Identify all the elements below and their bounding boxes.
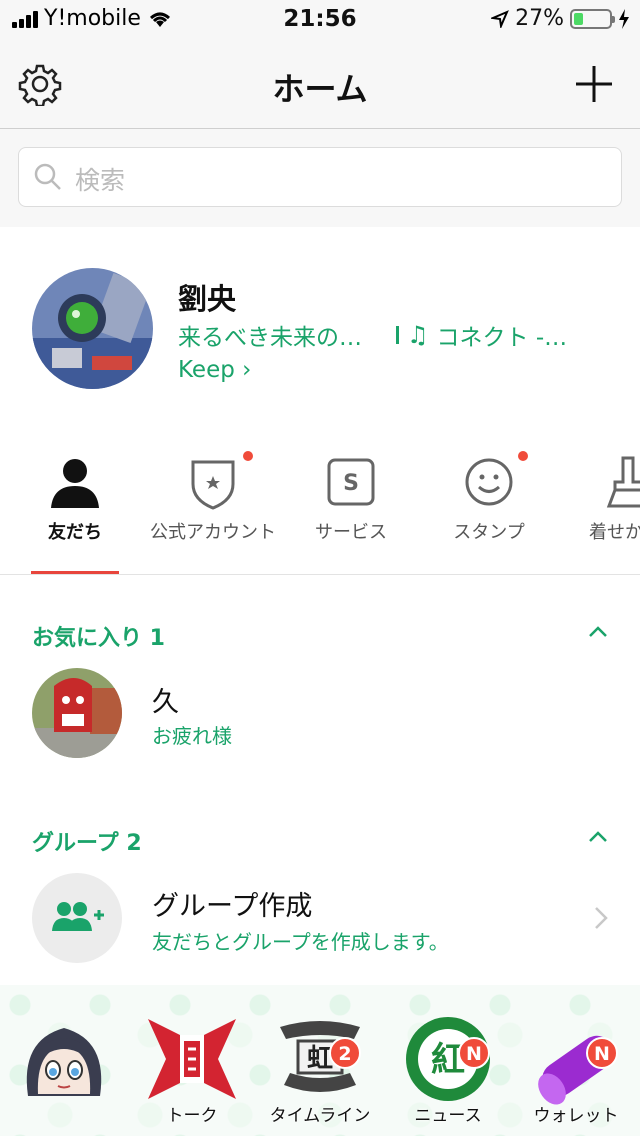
charging-bolt-icon [619,8,629,29]
search-placeholder: 検索 [75,166,126,195]
battery-group: 27% [491,6,630,31]
tab-label: 友だち [48,522,102,543]
wallet-emblem-icon [538,1035,614,1105]
music-divider [396,326,399,344]
tab-services[interactable]: S サービス [281,450,421,570]
bottom-nav-label: ウォレット [533,1106,619,1126]
battery-icon [570,8,615,29]
wallet-badge: N [586,1037,618,1069]
brush-icon [606,456,640,508]
bottom-nav-label: タイムライン [269,1106,371,1126]
timeline-badge: 2 [329,1037,361,1069]
keep-link[interactable]: Keep › [178,357,251,383]
bottom-navigation: トーク 虹 2 タイムライン 紅 N ニュース N ウォレット [0,985,640,1136]
profile-status-message: 来るべき未来の… [178,325,362,351]
profile-name: 劉央 [178,282,237,316]
search-area: 検索 [0,129,640,227]
bottom-nav-home[interactable] [0,985,128,1136]
status-bar: Y!mobile 21:56 27% [0,0,640,40]
notification-dot [518,451,528,461]
tab-label: 着せか [589,522,640,543]
tab-label: スタンプ [453,522,525,543]
news-badge: N [458,1037,490,1069]
bottom-nav-timeline[interactable]: 虹 2 タイムライン [256,985,384,1136]
friend-name: 久 [152,687,179,718]
profile-music[interactable]: ♫ コネクト -… [396,318,567,352]
service-s-icon: S [327,458,375,506]
favorites-section-title: お気に入り 1 [32,626,165,651]
battery-percent: 27% [515,6,564,31]
create-group-avatar[interactable] [32,873,122,963]
smiley-icon [465,458,513,506]
divider [0,574,640,575]
location-arrow-icon [491,9,509,28]
chevron-up-icon[interactable] [588,831,608,843]
bottom-nav-talk[interactable]: トーク [128,985,256,1136]
search-input[interactable]: 検索 [18,147,622,207]
robot-avatar-image [32,268,153,389]
keep-label: Keep [178,357,235,383]
tab-friends[interactable]: 友だち [5,450,145,570]
bottom-nav-wallet[interactable]: N ウォレット [512,985,640,1136]
bottom-nav-label: トーク [166,1106,218,1126]
tab-themes[interactable]: 着せか [557,450,640,570]
shield-star-icon [191,460,235,510]
chevron-right-icon[interactable] [594,906,608,930]
music-title: コネクト -… [436,325,568,351]
person-icon [51,459,99,508]
my-profile-avatar[interactable] [32,268,153,389]
search-icon [34,163,61,190]
bottom-nav-label: ニュース [414,1106,482,1126]
groups-section-title: グループ 2 [32,831,142,856]
bottom-nav-news[interactable]: 紅 N ニュース [384,985,512,1136]
friend-status-message: お疲れ様 [152,724,232,748]
add-icon[interactable] [574,64,614,104]
home-character-icon [26,1028,102,1096]
notification-dot [243,451,253,461]
avatar[interactable] [32,668,122,758]
tab-stickers[interactable]: スタンプ [419,450,559,570]
create-group-label[interactable]: グループ作成 [152,884,312,923]
friend-avatar-image [32,668,122,758]
tab-official-accounts[interactable]: 公式アカウント [143,450,283,570]
tab-label: 公式アカウント [150,522,276,543]
page-title: ホーム [272,70,368,108]
music-note-icon: ♫ [407,321,429,349]
chevron-up-icon[interactable] [588,626,608,638]
create-group-description: 友だちとグループを作成します。 [152,930,449,954]
svg-text:S: S [343,471,359,496]
talk-emblem-icon [148,1019,236,1099]
navigation-bar: ホーム [0,40,640,129]
tab-label: サービス [315,522,387,543]
chevron-right-icon: › [242,357,252,383]
add-group-icon [52,902,104,931]
